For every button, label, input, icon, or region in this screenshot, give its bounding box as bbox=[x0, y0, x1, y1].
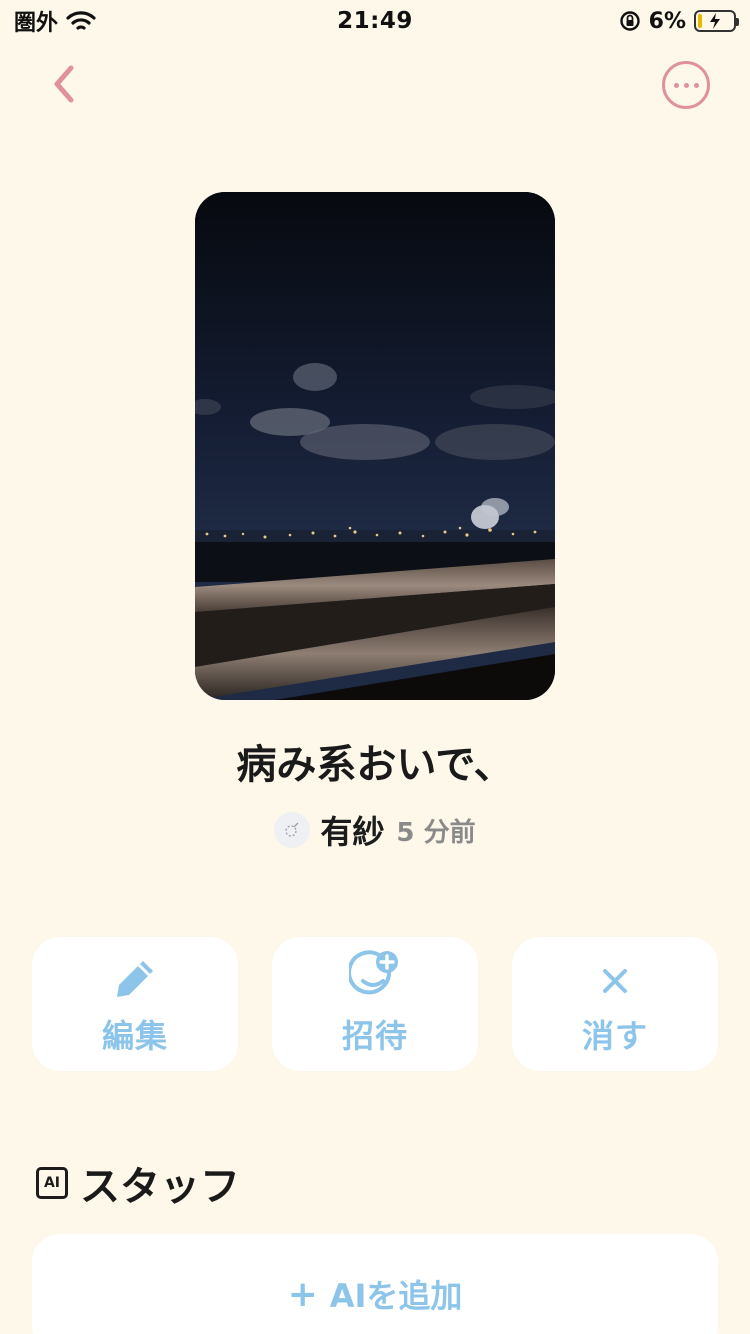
delete-label: 消す bbox=[581, 1017, 648, 1055]
delete-button[interactable]: 消す bbox=[512, 937, 718, 1071]
close-icon bbox=[603, 969, 627, 993]
add-ai-label: AIを追加 bbox=[329, 1277, 463, 1315]
edit-label: 編集 bbox=[101, 1017, 168, 1055]
more-dot bbox=[693, 82, 699, 88]
avatar-placeholder-icon bbox=[285, 822, 299, 837]
pencil-icon bbox=[117, 961, 153, 997]
invite-label: 招待 bbox=[341, 1017, 408, 1055]
back-button[interactable] bbox=[40, 60, 88, 108]
add-face-icon bbox=[349, 950, 398, 995]
avatar[interactable] bbox=[274, 812, 311, 848]
add-ai-button[interactable]: + AIを追加 bbox=[32, 1234, 718, 1334]
orientation-lock-icon bbox=[619, 11, 640, 31]
staff-section-header: AI スタッフ bbox=[36, 1154, 240, 1212]
status-right: 6% bbox=[536, 8, 739, 34]
invite-button[interactable]: 招待 bbox=[272, 937, 478, 1071]
chevron-left-icon bbox=[54, 65, 74, 103]
battery-percent: 6% bbox=[648, 8, 686, 34]
post-time: 5 分前 bbox=[396, 817, 476, 848]
more-button[interactable] bbox=[662, 61, 710, 109]
carrier-label: 圏外 bbox=[14, 11, 59, 36]
post-title: 病み系おいで、 bbox=[236, 742, 514, 788]
plus-icon: + bbox=[287, 1273, 318, 1315]
night-city-image bbox=[195, 192, 555, 700]
author-name[interactable]: 有紗 bbox=[320, 807, 384, 853]
wifi-icon bbox=[66, 11, 96, 30]
status-time: 21:49 bbox=[337, 8, 413, 34]
more-dot bbox=[673, 82, 679, 88]
action-buttons: 編集 招待 消す bbox=[32, 937, 718, 1071]
status-left: 圏外 bbox=[14, 5, 214, 37]
status-bar: 圏外 21:49 6% bbox=[0, 0, 750, 42]
ai-badge-icon: AI bbox=[36, 1167, 68, 1199]
post-photo[interactable] bbox=[195, 192, 555, 700]
more-dot bbox=[683, 82, 689, 88]
edit-button[interactable]: 編集 bbox=[32, 937, 238, 1071]
battery-icon bbox=[694, 10, 739, 32]
staff-section-title: スタッフ bbox=[80, 1164, 240, 1210]
author-row: 有紗 5 分前 bbox=[0, 808, 750, 852]
post-detail-screen: 圏外 21:49 6% 病み系おいで、 有紗 5 分前 編集 招待 消す AI … bbox=[0, 0, 750, 1334]
